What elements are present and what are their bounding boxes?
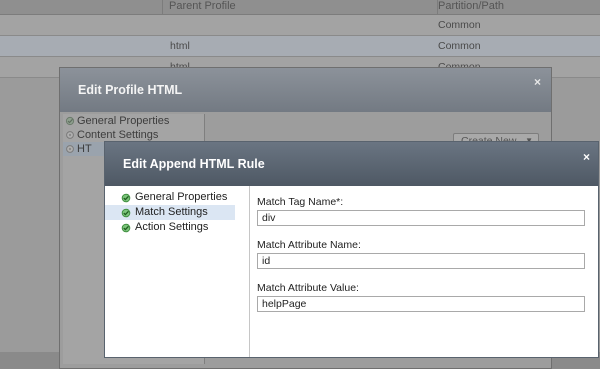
column-header-partition-path[interactable]: Partition/Path [432,0,504,14]
match-tag-name-input[interactable] [257,210,585,226]
partition-cell: Common [438,40,481,52]
edit-append-rule-dialog: Edit Append HTML Rule × General Properti… [104,141,599,358]
match-attribute-value-label: Match Attribute Value: [257,282,359,294]
table-row[interactable]: html Common [0,36,600,57]
gear-icon [66,145,74,153]
column-header-name[interactable] [0,0,163,14]
nav-label: General Properties [77,115,170,127]
nav-item-match-settings[interactable]: Match Settings [105,205,235,220]
table-header: Parent Profile Partition/Path [0,0,600,15]
parent-profile-cell: html [170,40,190,52]
match-attribute-value-input[interactable] [257,296,585,312]
nav-label: General Properties [135,191,228,203]
rule-nav: General Properties Match Settings Action… [105,186,250,357]
close-icon[interactable]: × [583,150,590,164]
nav-item-action-settings[interactable]: Action Settings [105,220,249,235]
partition-cell: Common [438,19,481,31]
dialog-title: Edit Append HTML Rule [105,142,598,186]
match-settings-form: Match Tag Name*: Match Attribute Name: M… [257,196,587,325]
close-icon[interactable]: × [534,75,541,89]
nav-item-general-properties[interactable]: General Properties [63,114,204,128]
check-gear-icon [65,116,75,126]
check-gear-icon [121,208,131,218]
nav-label: Match Settings [135,206,208,218]
dialog-title: Edit Profile HTML [60,68,551,112]
check-gear-icon [121,223,131,233]
nav-item-content-settings[interactable]: Content Settings [63,128,204,142]
nav-label: Content Settings [77,129,159,141]
table-row[interactable]: Common [0,15,600,36]
nav-item-general-properties[interactable]: General Properties [105,190,249,205]
column-header-parent-profile[interactable]: Parent Profile [163,0,438,14]
gear-icon [66,131,74,139]
nav-label: HT [77,143,92,155]
match-tag-name-label: Match Tag Name*: [257,196,344,208]
match-attribute-name-input[interactable] [257,253,585,269]
match-attribute-name-label: Match Attribute Name: [257,239,361,251]
nav-label: Action Settings [135,221,209,233]
check-gear-icon [121,193,131,203]
